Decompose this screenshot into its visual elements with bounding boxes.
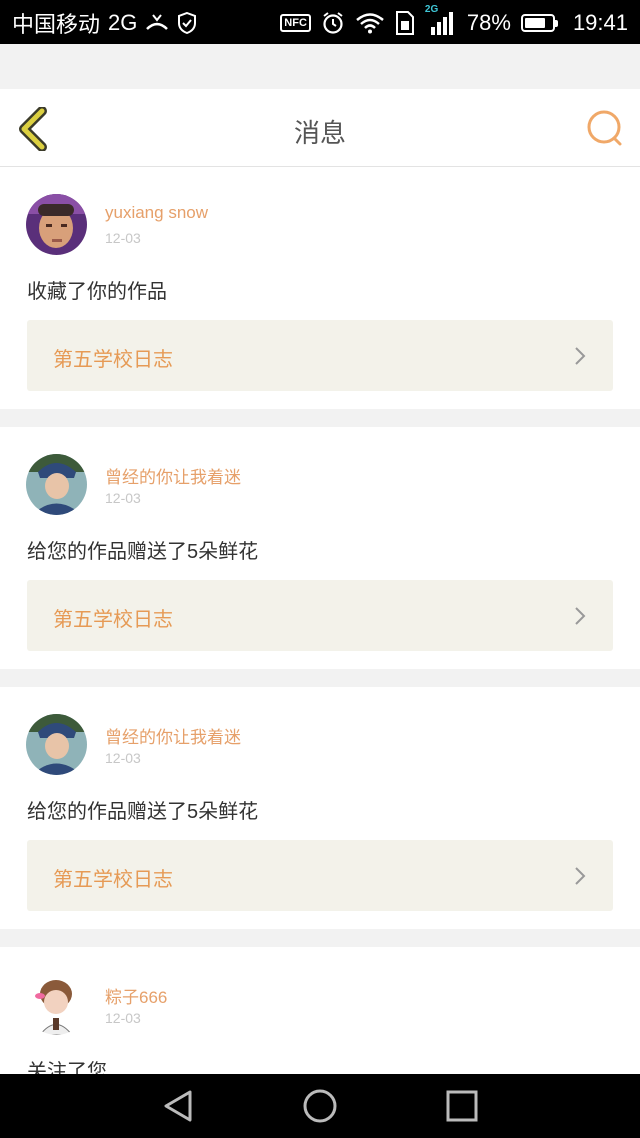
work-link[interactable]: 第五学校日志 [27, 840, 613, 911]
message-text: 给您的作品赠送了5朵鲜花 [27, 801, 259, 823]
alarm-icon [323, 12, 343, 34]
avatar[interactable] [26, 714, 87, 775]
message-date: 12-03 [105, 750, 141, 766]
nav-home-button[interactable] [302, 1088, 338, 1124]
avatar[interactable] [26, 194, 87, 255]
carrier-label: 中国移动 [12, 12, 101, 37]
triangle-back-icon [164, 1090, 192, 1122]
message-card: 曾经的你让我着迷 12-03 给您的作品赠送了5朵鲜花 第五学校日志 [0, 687, 640, 929]
message-date: 12-03 [105, 490, 141, 506]
username[interactable]: 曾经的你让我着迷 [105, 463, 241, 488]
work-title: 第五学校日志 [53, 609, 173, 631]
avatar[interactable] [26, 974, 87, 1035]
username[interactable]: yuxiang snow [105, 203, 208, 223]
wifi-icon [356, 13, 384, 34]
nav-recents-button[interactable] [444, 1088, 480, 1124]
chevron-right-icon [575, 347, 586, 365]
nfc-icon: NFC [280, 14, 311, 32]
battery-icon [520, 14, 558, 32]
username[interactable]: 曾经的你让我着迷 [105, 723, 241, 748]
work-link[interactable]: 第五学校日志 [27, 320, 613, 391]
navigation-bar [0, 1074, 640, 1138]
clock: 19:41 [572, 10, 628, 35]
missed-call-icon [146, 14, 169, 30]
search-icon [587, 110, 622, 146]
shield-icon [178, 12, 197, 34]
network-label: 2G [108, 10, 138, 35]
square-recents-icon [446, 1090, 478, 1122]
chevron-right-icon [575, 867, 586, 885]
header-gap [0, 44, 640, 89]
message-text: 给您的作品赠送了5朵鲜花 [27, 541, 259, 563]
nav-back-button[interactable] [160, 1088, 196, 1124]
battery-percent: 78% [466, 10, 511, 35]
message-text: 收藏了你的作品 [27, 281, 167, 303]
chevron-right-icon [575, 607, 586, 625]
message-text: 关注了您 [27, 1061, 107, 1074]
sim-icon [395, 11, 414, 35]
circle-home-icon [303, 1089, 337, 1123]
work-link[interactable]: 第五学校日志 [27, 580, 613, 651]
avatar[interactable] [26, 454, 87, 515]
message-list[interactable]: yuxiang snow 12-03 收藏了你的作品 第五学校日志 曾经的你让我… [0, 167, 640, 1074]
message-card: 粽子666 12-03 关注了您 [0, 947, 640, 1074]
message-date: 12-03 [105, 230, 141, 246]
work-title: 第五学校日志 [53, 349, 173, 371]
search-button[interactable] [586, 109, 624, 147]
work-title: 第五学校日志 [53, 869, 173, 891]
username[interactable]: 粽子666 [105, 983, 167, 1008]
page-title: 消息 [293, 118, 346, 148]
message-card: 曾经的你让我着迷 12-03 给您的作品赠送了5朵鲜花 第五学校日志 [0, 427, 640, 669]
message-date: 12-03 [105, 1010, 141, 1026]
signal-icon: 2G [425, 4, 457, 36]
message-card: yuxiang snow 12-03 收藏了你的作品 第五学校日志 [0, 167, 640, 409]
status-bar: 中国移动 2G NFC 2G 78% 19:41 [0, 0, 640, 44]
app-header: 消息 [0, 89, 640, 167]
